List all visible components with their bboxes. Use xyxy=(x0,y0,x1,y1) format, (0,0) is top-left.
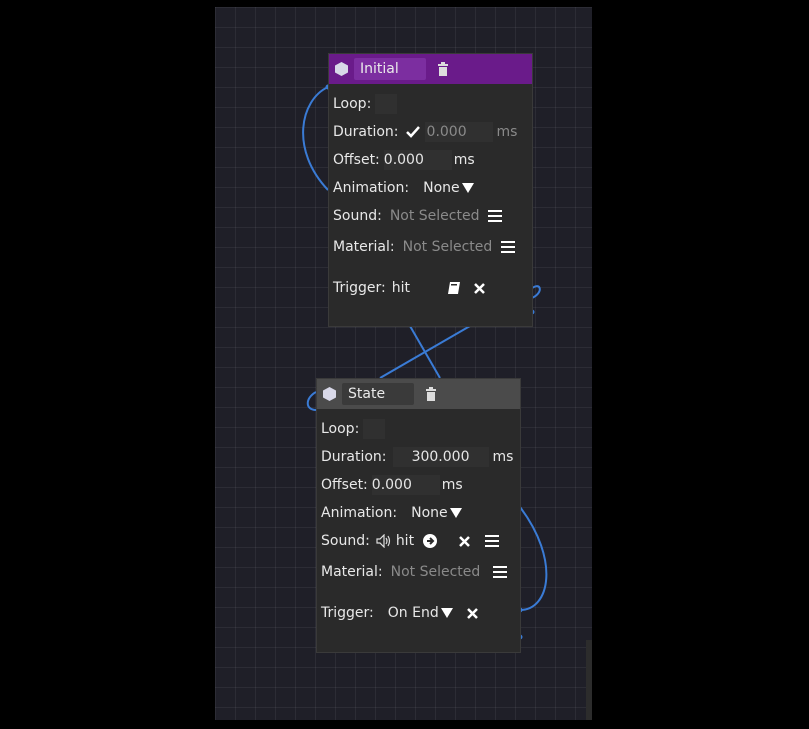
offset-label: Offset: xyxy=(333,152,380,168)
offset-input[interactable]: 0.000 xyxy=(383,150,452,170)
animation-dropdown[interactable]: None xyxy=(423,180,460,196)
dropdown-arrow-icon[interactable] xyxy=(460,180,476,196)
duration-unit: ms xyxy=(492,449,514,465)
canvas-edge-panel xyxy=(586,640,592,720)
material-label: Material: xyxy=(333,239,395,255)
loop-label: Loop: xyxy=(333,96,372,112)
dropdown-arrow-icon[interactable] xyxy=(439,605,455,621)
node-state[interactable]: State Loop: Duration: 300.000 ms Offset:… xyxy=(316,378,521,653)
sound-label: Sound: xyxy=(321,533,370,549)
offset-label: Offset: xyxy=(321,477,368,493)
sound-selector[interactable]: hit xyxy=(396,533,414,549)
node-name-input[interactable]: Initial xyxy=(354,58,426,80)
duration-label: Duration: xyxy=(333,124,399,140)
trash-icon[interactable] xyxy=(422,385,440,403)
dropdown-arrow-icon[interactable] xyxy=(448,505,464,521)
material-selector[interactable]: Not Selected xyxy=(391,564,481,580)
hexagon-icon xyxy=(335,62,348,76)
loop-checkbox[interactable] xyxy=(363,419,386,439)
offset-input[interactable]: 0.000 xyxy=(371,475,440,495)
trigger-dropdown[interactable]: On End xyxy=(388,605,439,621)
trigger-label: Trigger: xyxy=(333,280,386,296)
duration-input[interactable]: 300.000 xyxy=(392,447,489,467)
duration-input[interactable]: 0.000 xyxy=(424,122,493,142)
duration-unit: ms xyxy=(496,124,518,140)
offset-unit: ms xyxy=(453,152,475,168)
node-initial[interactable]: Initial Loop: Duration: 0.000 ms Offset:… xyxy=(328,53,533,327)
animation-label: Animation: xyxy=(333,180,410,196)
sound-selector[interactable]: Not Selected xyxy=(390,208,480,224)
hexagon-icon xyxy=(323,387,336,401)
node-name-input[interactable]: State xyxy=(342,383,414,405)
sound-label: Sound: xyxy=(333,208,382,224)
node-header[interactable]: Initial xyxy=(329,54,532,84)
arrow-right-circle-icon[interactable] xyxy=(422,533,438,549)
book-icon[interactable] xyxy=(446,280,462,296)
node-header[interactable]: State xyxy=(317,379,520,409)
offset-unit: ms xyxy=(441,477,463,493)
menu-icon[interactable] xyxy=(500,239,516,255)
loop-label: Loop: xyxy=(321,421,360,437)
menu-icon[interactable] xyxy=(492,564,508,580)
trigger-input[interactable]: hit xyxy=(392,280,442,296)
duration-label: Duration: xyxy=(321,449,387,465)
animation-label: Animation: xyxy=(321,505,398,521)
close-icon[interactable] xyxy=(472,280,488,296)
menu-icon[interactable] xyxy=(484,533,500,549)
material-label: Material: xyxy=(321,564,383,580)
close-icon[interactable] xyxy=(465,605,481,621)
material-selector[interactable]: Not Selected xyxy=(403,239,493,255)
speaker-icon xyxy=(376,533,392,549)
menu-icon[interactable] xyxy=(487,208,503,224)
close-icon[interactable] xyxy=(456,533,472,549)
trigger-label: Trigger: xyxy=(321,605,374,621)
loop-checkbox[interactable] xyxy=(375,94,398,114)
checkmark-icon[interactable] xyxy=(405,124,421,140)
trash-icon[interactable] xyxy=(434,60,452,78)
animation-dropdown[interactable]: None xyxy=(411,505,448,521)
